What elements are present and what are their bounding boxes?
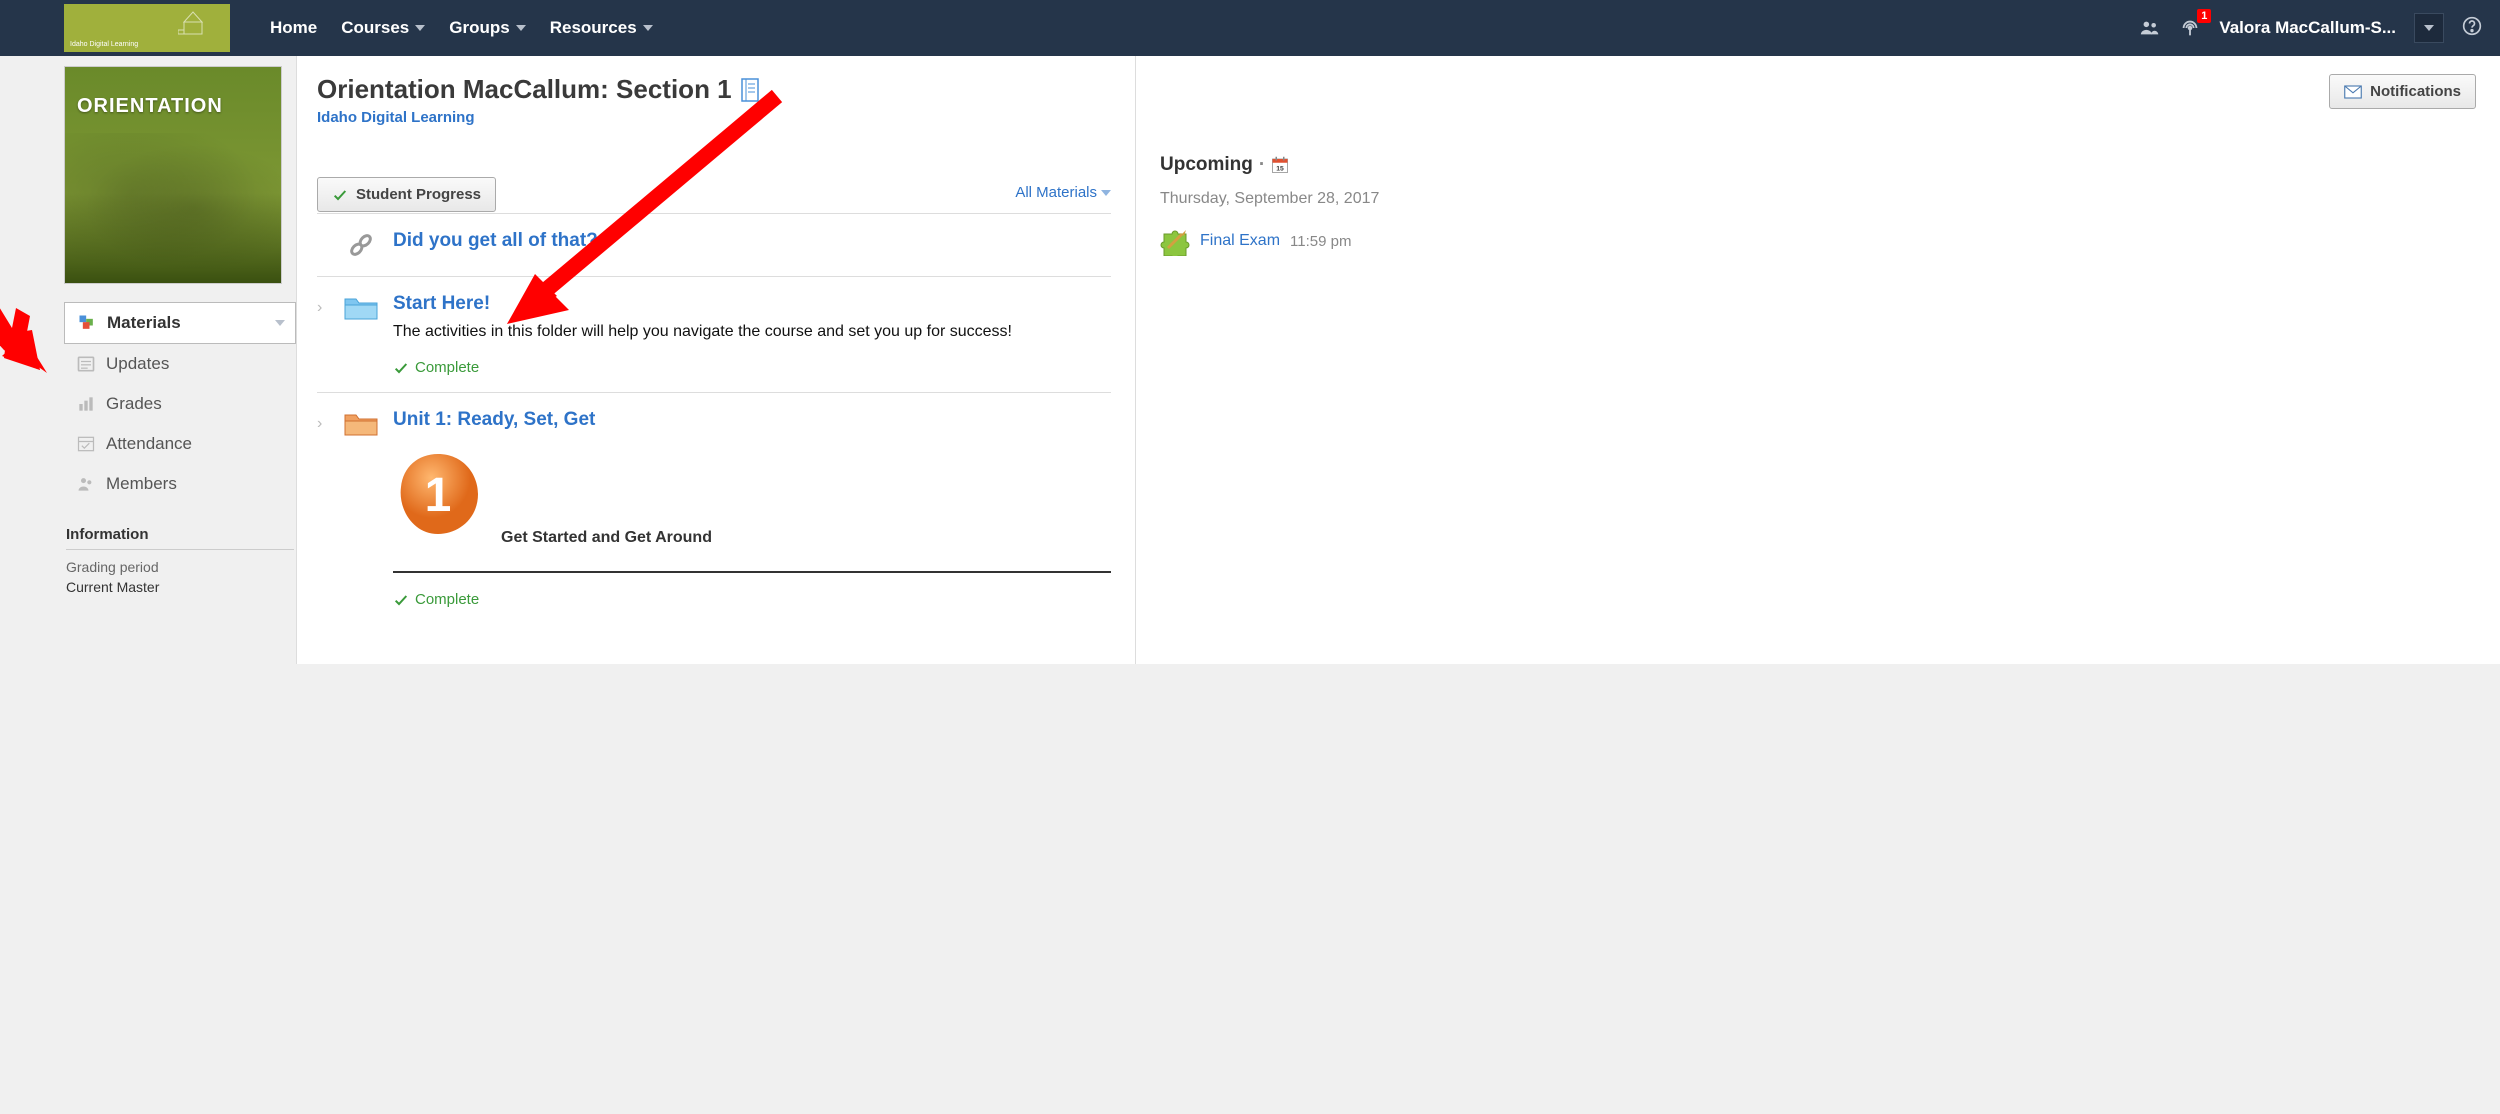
nav-home-label: Home <box>270 18 317 38</box>
filter-label: All Materials <box>1015 184 1097 201</box>
notebook-icon <box>740 78 760 102</box>
status-row: Complete <box>393 591 1111 608</box>
left-sidebar: ORIENTATION Materials Updates Grades Att… <box>0 56 296 664</box>
sidebar-item-label: Materials <box>107 313 181 333</box>
nav-groups[interactable]: Groups <box>449 18 525 38</box>
upcoming-event-link[interactable]: Final Exam <box>1200 232 1280 250</box>
upcoming-header: Upcoming · 15 <box>1160 154 2476 176</box>
logo-text: Idaho Digital Learning <box>70 41 138 48</box>
notifications-label: Notifications <box>2370 83 2461 100</box>
info-block: Information Grading period Current Maste… <box>64 526 296 597</box>
info-header: Information <box>66 526 294 550</box>
material-title[interactable]: Start Here! <box>393 293 490 314</box>
title-row: Orientation MacCallum: Section 1 <box>317 74 1111 105</box>
nav-items: Home Courses Groups Resources <box>270 18 2139 38</box>
sidebar-item-label: Attendance <box>106 434 192 454</box>
sidebar-item-updates[interactable]: Updates <box>64 344 296 384</box>
check-icon <box>393 360 409 376</box>
notifications-button[interactable]: Notifications <box>2329 74 2476 109</box>
main-content: Orientation MacCallum: Section 1 Idaho D… <box>296 56 1136 664</box>
unit-number-icon: 1 <box>393 449 483 539</box>
annotation-arrow <box>0 278 72 403</box>
expand-chevron[interactable]: › <box>317 293 329 317</box>
upcoming-label: Upcoming <box>1160 154 1253 176</box>
check-icon <box>332 187 348 203</box>
nav-home[interactable]: Home <box>270 18 317 38</box>
course-image-art <box>65 133 281 283</box>
upcoming-event-time: 11:59 pm <box>1290 233 1351 250</box>
puzzle-icon <box>1160 226 1190 256</box>
page-body: ORIENTATION Materials Updates Grades Att… <box>0 56 2500 664</box>
chevron-down-icon <box>643 25 653 31</box>
upcoming-item: Final Exam 11:59 pm <box>1160 226 2476 256</box>
top-nav: Idaho Digital Learning Home Courses Grou… <box>0 0 2500 56</box>
status-row: Complete <box>393 359 1111 376</box>
info-label: Grading period <box>66 558 294 578</box>
nav-courses[interactable]: Courses <box>341 18 425 38</box>
nav-courses-label: Courses <box>341 18 409 38</box>
grades-icon <box>76 394 96 414</box>
members-icon <box>76 474 96 494</box>
material-title[interactable]: Unit 1: Ready, Set, Get <box>393 409 595 430</box>
sidebar-item-materials[interactable]: Materials <box>64 302 296 344</box>
side-menu: Materials Updates Grades Attendance Memb… <box>64 302 296 504</box>
chevron-down-icon <box>516 25 526 31</box>
status-label: Complete <box>415 359 479 376</box>
logo[interactable]: Idaho Digital Learning <box>64 4 230 52</box>
materials-filter[interactable]: All Materials <box>1015 184 1111 201</box>
user-dropdown[interactable] <box>2414 13 2444 43</box>
progress-btn-label: Student Progress <box>356 186 481 203</box>
sidebar-item-grades[interactable]: Grades <box>64 384 296 424</box>
user-name[interactable]: Valora MacCallum-S... <box>2219 18 2396 38</box>
people-icon[interactable] <box>2139 17 2161 39</box>
materials-icon <box>77 313 97 333</box>
course-image: ORIENTATION <box>64 66 282 284</box>
nav-resources-label: Resources <box>550 18 637 38</box>
broadcast-icon[interactable]: 1 <box>2179 17 2201 39</box>
material-item-link: Did you get all of that? <box>317 213 1111 276</box>
nav-right: 1 Valora MacCallum-S... <box>2139 13 2500 43</box>
svg-text:15: 15 <box>1276 165 1284 172</box>
divider <box>393 571 1111 573</box>
link-icon <box>343 230 379 260</box>
nav-resources[interactable]: Resources <box>550 18 653 38</box>
status-label: Complete <box>415 591 479 608</box>
material-title[interactable]: Did you get all of that? <box>393 230 598 251</box>
page-title: Orientation MacCallum: Section 1 <box>317 74 732 105</box>
upcoming-date: Thursday, September 28, 2017 <box>1160 190 2476 208</box>
mail-icon <box>2344 85 2362 99</box>
material-description: The activities in this folder will help … <box>393 323 1111 341</box>
spacer <box>317 230 329 236</box>
attendance-icon <box>76 434 96 454</box>
school-link[interactable]: Idaho Digital Learning <box>317 109 475 126</box>
nav-groups-label: Groups <box>449 18 509 38</box>
updates-icon <box>76 354 96 374</box>
unit-subtitle: Get Started and Get Around <box>501 529 712 547</box>
help-icon[interactable] <box>2462 16 2482 41</box>
notification-badge: 1 <box>2197 9 2211 23</box>
logo-icon <box>178 8 208 38</box>
sidebar-item-members[interactable]: Members <box>64 464 296 504</box>
calendar-icon[interactable]: 15 <box>1271 156 1289 174</box>
right-sidebar: Notifications Upcoming · 15 Thursday, Se… <box>1136 56 2500 664</box>
svg-text:1: 1 <box>425 469 452 522</box>
course-image-label: ORIENTATION <box>77 95 223 118</box>
student-progress-button[interactable]: Student Progress <box>317 177 496 212</box>
chevron-down-icon <box>275 320 285 326</box>
check-icon <box>393 592 409 608</box>
expand-chevron[interactable]: › <box>317 409 329 433</box>
folder-icon <box>343 409 379 439</box>
chevron-down-icon <box>415 25 425 31</box>
folder-icon <box>343 293 379 323</box>
material-item-folder: › Unit 1: Ready, Set, Get 1 Get Started … <box>317 392 1111 624</box>
sidebar-item-attendance[interactable]: Attendance <box>64 424 296 464</box>
material-item-folder: › Start Here! The activities in this fol… <box>317 276 1111 392</box>
chevron-down-icon <box>1101 190 1111 196</box>
info-value: Current Master <box>66 578 294 598</box>
chevron-down-icon <box>2424 25 2434 31</box>
materials-list: Did you get all of that? › Start Here! T… <box>317 213 1111 624</box>
sidebar-item-label: Updates <box>106 354 169 374</box>
sidebar-item-label: Grades <box>106 394 162 414</box>
sidebar-item-label: Members <box>106 474 177 494</box>
